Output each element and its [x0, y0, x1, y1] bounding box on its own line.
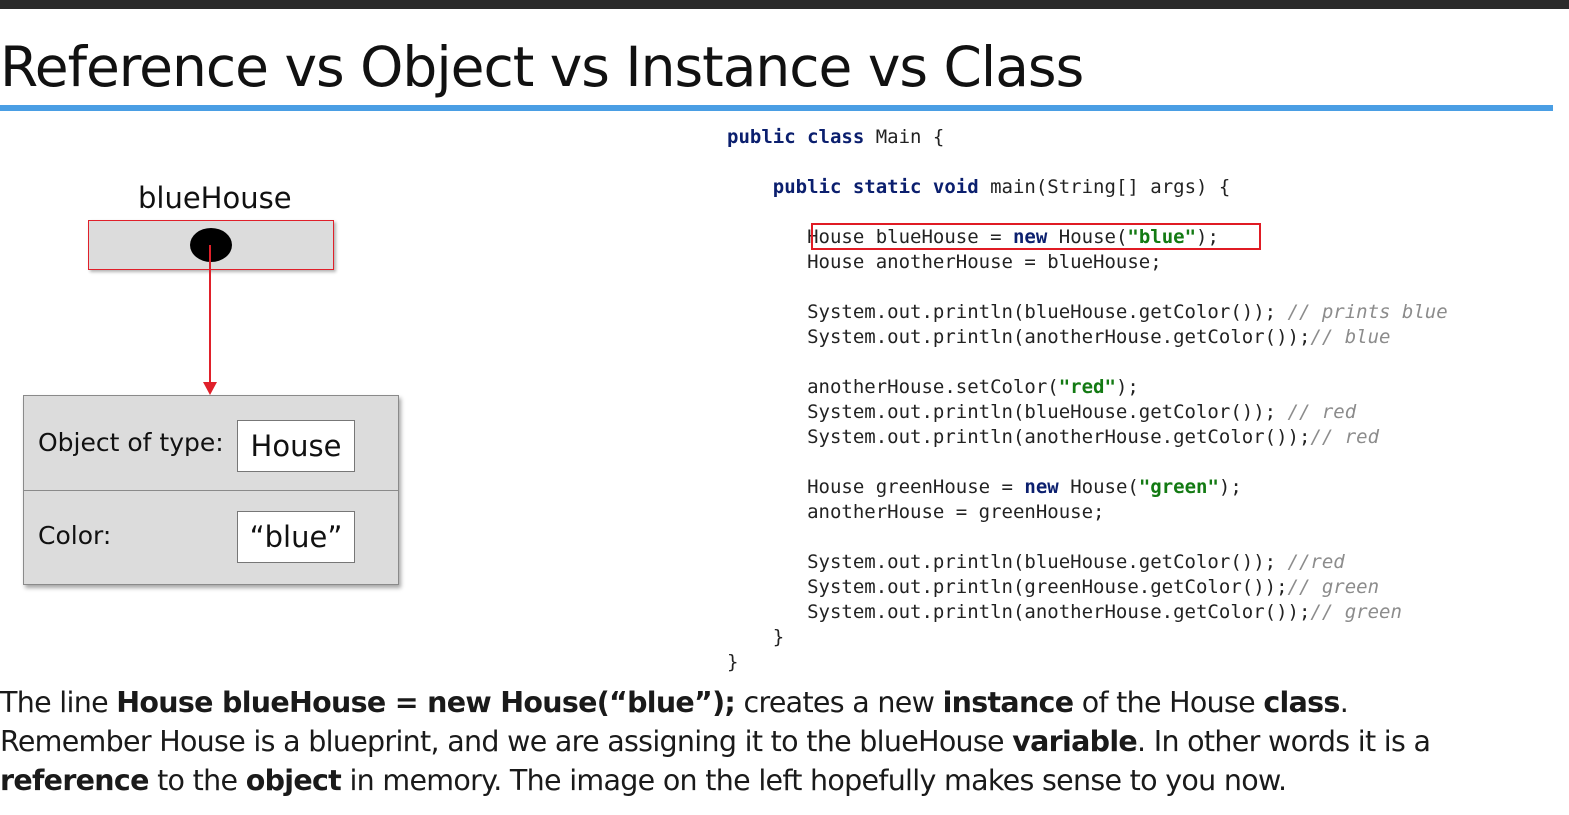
code-text: House anotherHouse = blueHouse;: [727, 251, 1162, 273]
caption-bold-term: object: [245, 764, 342, 797]
caption-text: in memory. The image on the left hopeful…: [341, 764, 1287, 797]
caption-bold-term: reference: [0, 764, 149, 797]
code-line: System.out.println(greenHouse.getColor()…: [727, 575, 1448, 600]
code-text: }: [727, 651, 739, 673]
code-line: }: [727, 625, 1448, 650]
object-box: Object of type: House Color: “blue”: [23, 395, 399, 585]
caption-line: The line House blueHouse = new House(“bl…: [0, 683, 1565, 722]
top-bar: [0, 0, 1569, 9]
caption-text: to the: [148, 764, 246, 797]
object-type-value: House: [237, 420, 355, 472]
title-underline: [0, 105, 1553, 111]
code-line: anotherHouse.setColor("red");: [727, 375, 1448, 400]
code-string: "red": [1058, 376, 1116, 398]
code-string: "green": [1138, 476, 1219, 498]
object-divider: [24, 490, 398, 491]
pointer-arrow-head-icon: [203, 382, 217, 395]
code-keyword: public class: [727, 126, 865, 148]
code-text: System.out.println(blueHouse.getColor())…: [727, 401, 1288, 423]
caption-text: creates a new: [735, 686, 943, 719]
code-text: System.out.println(blueHouse.getColor())…: [727, 551, 1288, 573]
object-color-label: Color:: [38, 521, 112, 550]
object-type-label: Object of type:: [38, 428, 224, 457]
code-line: }: [727, 650, 1448, 675]
reference-object-diagram: blueHouse Object of type: House Color: “…: [0, 120, 700, 650]
code-line: System.out.println(anotherHouse.getColor…: [727, 600, 1448, 625]
code-text: System.out.println(anotherHouse.getColor…: [727, 601, 1311, 623]
code-comment: // red: [1287, 401, 1357, 423]
caption-bold-term: class: [1263, 686, 1340, 719]
reference-box: [88, 220, 334, 270]
code-line: System.out.println(blueHouse.getColor())…: [727, 550, 1448, 575]
code-comment: // green: [1310, 601, 1402, 623]
caption-text: .: [1339, 686, 1349, 719]
code-line: House greenHouse = new House("green");: [727, 475, 1448, 500]
code-text: System.out.println(anotherHouse.getColor…: [727, 326, 1311, 348]
code-text: anotherHouse = greenHouse;: [727, 501, 1105, 523]
code-text: House greenHouse =: [727, 476, 1025, 498]
reference-label: blueHouse: [138, 181, 292, 215]
code-text: );: [1115, 376, 1139, 398]
caption-bold-term: variable: [1012, 725, 1138, 758]
slide-caption: The line House blueHouse = new House(“bl…: [0, 683, 1565, 800]
code-line: System.out.println(anotherHouse.getColor…: [727, 425, 1448, 450]
code-text: }: [727, 626, 785, 648]
code-comment: // green: [1287, 576, 1380, 598]
code-line: System.out.println(blueHouse.getColor())…: [727, 300, 1448, 325]
code-line: public static void main(String[] args) {: [727, 175, 1448, 200]
caption-text: The line: [0, 686, 117, 719]
code-text: );: [1218, 476, 1242, 498]
caption-bold-term: House blueHouse = new House(“blue”);: [116, 686, 736, 719]
code-line: public class Main {: [727, 125, 1448, 150]
code-text: Main {: [864, 126, 945, 148]
object-color-value: “blue”: [237, 511, 355, 563]
code-line: anotherHouse = greenHouse;: [727, 500, 1448, 525]
caption-text: Remember House is a blueprint, and we ar…: [0, 725, 1013, 758]
caption-text: . In other words it is a: [1137, 725, 1431, 758]
code-keyword: public static void: [772, 176, 979, 198]
caption-line: reference to the object in memory. The i…: [0, 761, 1565, 800]
code-comment: // prints blue: [1287, 301, 1448, 323]
code-line: System.out.println(anotherHouse.getColor…: [727, 325, 1448, 350]
code-highlight-box: [811, 223, 1261, 250]
code-comment: // red: [1310, 426, 1380, 448]
code-text: System.out.println(blueHouse.getColor())…: [727, 301, 1288, 323]
pointer-arrow-line: [209, 245, 211, 388]
reference-pointer-dot: [190, 228, 232, 262]
code-listing: public class Main { public static void m…: [727, 125, 1448, 675]
code-text: System.out.println(greenHouse.getColor()…: [727, 576, 1288, 598]
code-line: System.out.println(blueHouse.getColor())…: [727, 400, 1448, 425]
caption-line: Remember House is a blueprint, and we ar…: [0, 722, 1565, 761]
code-line: House anotherHouse = blueHouse;: [727, 250, 1448, 275]
code-comment: //red: [1287, 551, 1345, 573]
code-text: System.out.println(anotherHouse.getColor…: [727, 426, 1311, 448]
code-text: House(: [1058, 476, 1139, 498]
code-comment: // blue: [1310, 326, 1391, 348]
caption-bold-term: instance: [942, 686, 1074, 719]
code-text: anotherHouse.setColor(: [727, 376, 1059, 398]
code-keyword: new: [1024, 476, 1059, 498]
caption-text: of the House: [1073, 686, 1264, 719]
slide-title: Reference vs Object vs Instance vs Class: [0, 35, 1084, 99]
code-text: main(String[] args) {: [978, 176, 1231, 198]
